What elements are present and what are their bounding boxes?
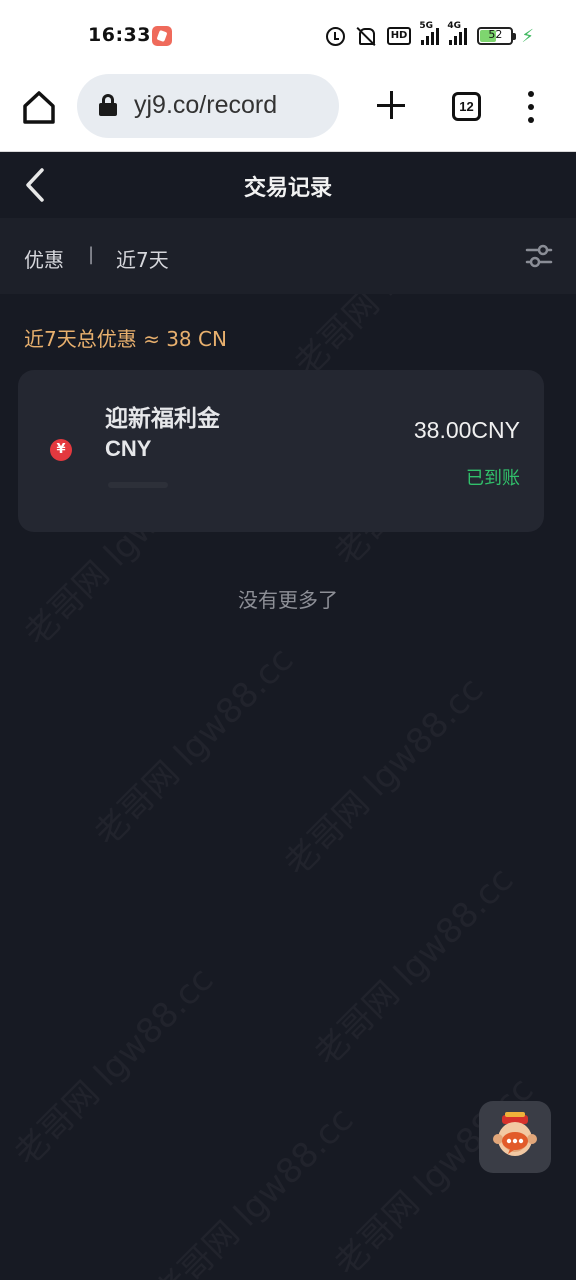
filter-type[interactable]: 优惠	[24, 244, 64, 273]
summary-total: 近7天总优惠 ≈ 38 CN	[24, 327, 227, 351]
mute-icon	[355, 26, 377, 46]
home-button[interactable]	[20, 88, 58, 128]
page-title: 交易记录	[243, 176, 332, 201]
watermark: 老哥网 lgw88.cc	[1, 954, 222, 1175]
record-name: 迎新福利金	[105, 406, 220, 432]
record-card[interactable]: ¥ 迎新福利金 CNY 38.00CNY 已到账	[18, 370, 544, 532]
sliders-icon	[525, 244, 553, 268]
filter-separator: |	[88, 244, 95, 265]
status-time: 16:33	[88, 24, 151, 46]
record-amount: 38.00CNY	[413, 417, 520, 443]
alarm-icon	[325, 26, 345, 46]
hd-icon: HD	[386, 27, 412, 45]
record-status: 已到账	[466, 468, 520, 489]
customer-service-icon	[493, 1112, 537, 1156]
yuan-icon: ¥	[50, 439, 72, 461]
charging-icon: ⚡	[521, 25, 534, 47]
watermark: 老哥网 lgw88.cc	[271, 664, 492, 885]
customer-service-button[interactable]	[479, 1101, 551, 1173]
app-notification-icon	[152, 26, 172, 46]
record-currency: CNY	[105, 436, 152, 461]
filter-date-range[interactable]: 近7天	[116, 244, 169, 273]
signal-5g-icon: 5G	[419, 21, 440, 45]
watermark: 老哥网 lgw88.cc	[141, 1094, 362, 1280]
browser-menu-button[interactable]	[525, 91, 537, 123]
browser-toolbar: yj9.co/record 12	[0, 74, 576, 152]
lock-icon	[99, 94, 117, 116]
new-tab-button[interactable]	[376, 88, 406, 124]
page-header: 交易记录	[0, 152, 576, 218]
status-bar: 16:33 HD 5G 4G 52 ⚡	[0, 0, 576, 74]
filter-settings-button[interactable]	[525, 242, 553, 274]
record-subtext-placeholder	[108, 482, 168, 488]
tab-switcher-button[interactable]: 12	[452, 92, 481, 121]
home-icon	[23, 91, 55, 124]
address-bar[interactable]: yj9.co/record	[77, 74, 339, 138]
url-text: yj9.co/record	[134, 91, 278, 119]
battery-icon: 52	[477, 27, 517, 45]
signal-4g-icon: 4G	[447, 21, 468, 45]
status-icons: HD 5G 4G 52 ⚡	[325, 21, 534, 48]
watermark: 老哥网 lgw88.cc	[81, 634, 302, 855]
filter-bar: 优惠 | 近7天	[0, 218, 576, 294]
list-end-text: 没有更多了	[238, 588, 338, 612]
watermark: 老哥网 lgw88.cc	[301, 854, 522, 1075]
